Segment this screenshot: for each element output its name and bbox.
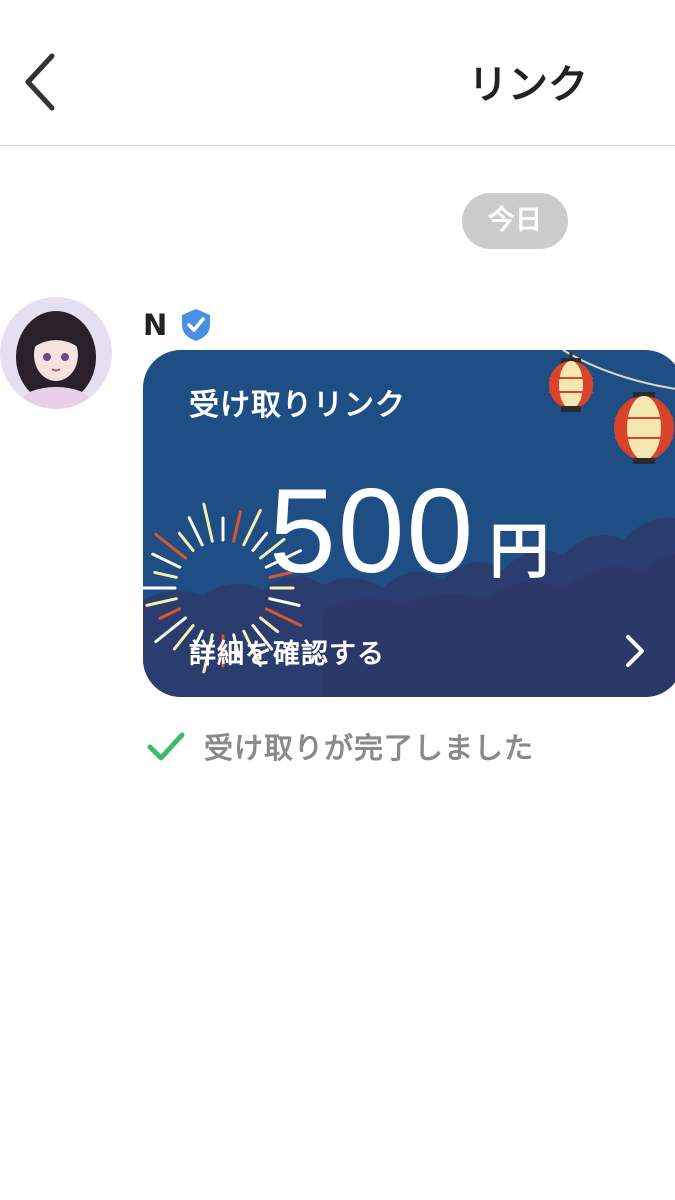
status-row: 受け取りが完了しました [146, 725, 534, 767]
payment-link-card[interactable]: 受け取りリンク 500 円 詳細を確認する [143, 350, 675, 697]
sender-name: N [143, 308, 168, 342]
header: リンク [0, 0, 675, 146]
chevron-right-icon [626, 635, 644, 667]
avatar[interactable] [0, 297, 112, 409]
view-details-link[interactable]: 詳細を確認する [189, 632, 385, 671]
sender-row: N [143, 305, 213, 345]
page-title-text: リンク [468, 62, 588, 108]
status-text: 受け取りが完了しました [204, 731, 535, 765]
amount-currency: 円 [489, 517, 550, 587]
card-label: 受け取りリンク [189, 388, 406, 423]
date-separator: 今日 [462, 193, 568, 249]
amount: 500 円 [269, 462, 549, 600]
verified-badge-icon [182, 309, 211, 341]
amount-value: 500 [269, 464, 476, 598]
page-title: リンク [0, 52, 675, 110]
check-icon [147, 732, 185, 761]
